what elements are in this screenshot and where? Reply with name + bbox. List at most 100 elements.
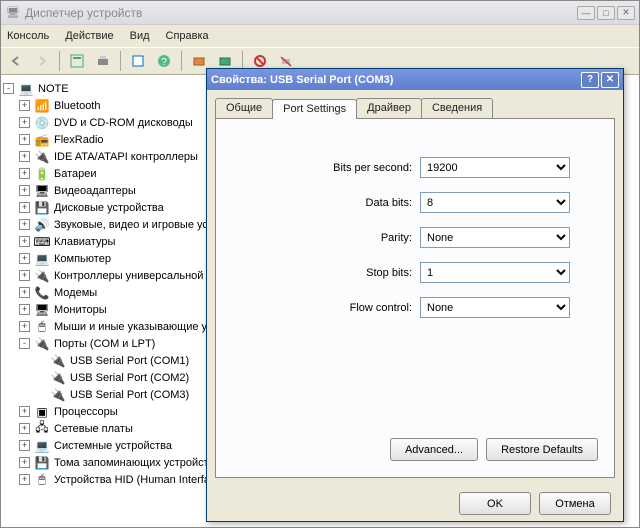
tree-item-label: Порты (COM и LPT) [54, 338, 155, 350]
device-icon: 🔊 [34, 217, 50, 233]
expand-icon[interactable]: + [19, 440, 30, 451]
bits-per-second-select[interactable]: 19200 [420, 157, 570, 178]
tree-item-label: Системные устройства [54, 440, 172, 452]
tree-item-label: USB Serial Port (COM3) [70, 389, 189, 401]
dialog-title: Свойства: USB Serial Port (COM3) [211, 74, 579, 86]
expand-icon[interactable]: + [19, 219, 30, 230]
properties-dialog: Свойства: USB Serial Port (COM3) ? ✕ Общ… [206, 68, 624, 522]
titlebar: 🖥 Диспетчер устройств — □ ✕ [1, 1, 639, 25]
dialog-titlebar: Свойства: USB Serial Port (COM3) ? ✕ [207, 69, 623, 90]
expand-icon[interactable]: + [19, 236, 30, 247]
menu-console[interactable]: Консоль [7, 30, 49, 42]
properties-icon[interactable] [127, 50, 149, 72]
expand-icon[interactable]: + [19, 321, 30, 332]
tree-item-label: Тома запоминающих устройств [54, 457, 215, 469]
view-icon[interactable] [66, 50, 88, 72]
expand-icon[interactable]: + [19, 474, 30, 485]
parity-label: Parity: [230, 232, 420, 244]
help-icon[interactable]: ? [153, 50, 175, 72]
tree-item-label: Клавиатуры [54, 236, 115, 248]
tab-general[interactable]: Общие [215, 98, 273, 118]
device-icon: 🖧 [34, 421, 50, 437]
device-icon: 🔌 [50, 353, 66, 369]
minimize-button[interactable]: — [577, 6, 595, 20]
print-icon[interactable] [92, 50, 114, 72]
port-settings-form: Bits per second: 19200 Data bits: 8 Pari… [230, 157, 600, 318]
device-icon: 🔌 [34, 149, 50, 165]
tree-item-label: USB Serial Port (COM1) [70, 355, 189, 367]
tree-item-label: USB Serial Port (COM2) [70, 372, 189, 384]
menu-help[interactable]: Справка [166, 30, 209, 42]
restore-defaults-button[interactable]: Restore Defaults [486, 438, 598, 461]
tabs: Общие Port Settings Драйвер Сведения [215, 98, 615, 118]
device-icon: 🔌 [50, 370, 66, 386]
cancel-button[interactable]: Отмена [539, 492, 611, 515]
tab-panel: Bits per second: 19200 Data bits: 8 Pari… [215, 118, 615, 478]
tree-item-label: Батареи [54, 168, 97, 180]
expand-icon[interactable]: + [19, 151, 30, 162]
device-icon: 🖥 [34, 183, 50, 199]
flow-control-select[interactable]: None [420, 297, 570, 318]
expand-icon[interactable]: + [19, 134, 30, 145]
svg-text:?: ? [161, 57, 167, 68]
collapse-icon[interactable]: - [3, 83, 14, 94]
tab-details[interactable]: Сведения [421, 98, 493, 118]
advanced-button[interactable]: Advanced... [390, 438, 478, 461]
expand-icon[interactable]: + [19, 287, 30, 298]
device-icon: 💻 [34, 438, 50, 454]
device-icon: ⌨ [34, 234, 50, 250]
close-button[interactable]: ✕ [617, 6, 635, 20]
device-icon: 🔌 [34, 268, 50, 284]
tab-driver[interactable]: Драйвер [356, 98, 422, 118]
expand-icon[interactable]: + [19, 270, 30, 281]
device-icon: 💻 [34, 251, 50, 267]
tree-item-label: FlexRadio [54, 134, 104, 146]
tree-item-label: NOTE [38, 83, 69, 95]
menubar: Консоль Действие Вид Справка [1, 25, 639, 47]
app-icon: 🖥 [5, 5, 21, 21]
parity-select[interactable]: None [420, 227, 570, 248]
device-icon: 🔌 [34, 336, 50, 352]
back-button[interactable] [5, 50, 27, 72]
stop-bits-select[interactable]: 1 [420, 262, 570, 283]
menu-action[interactable]: Действие [65, 30, 113, 42]
device-icon: 📞 [34, 285, 50, 301]
expand-icon[interactable]: + [19, 406, 30, 417]
forward-button[interactable] [31, 50, 53, 72]
maximize-button[interactable]: □ [597, 6, 615, 20]
tab-port-settings[interactable]: Port Settings [272, 99, 357, 119]
device-icon: 🔋 [34, 166, 50, 182]
separator [59, 51, 60, 71]
device-icon: 💻 [18, 81, 34, 97]
expand-icon[interactable]: + [19, 100, 30, 111]
expand-icon[interactable]: + [19, 253, 30, 264]
dialog-buttons: OK Отмена [207, 486, 623, 521]
dialog-help-button[interactable]: ? [581, 72, 599, 88]
expand-icon[interactable]: + [19, 457, 30, 468]
device-icon: 📶 [34, 98, 50, 114]
expand-icon[interactable]: + [19, 423, 30, 434]
bits-per-second-label: Bits per second: [230, 162, 420, 174]
expand-icon[interactable]: + [19, 168, 30, 179]
device-icon: 🖱 [34, 472, 50, 488]
flow-control-label: Flow control: [230, 302, 420, 314]
dialog-close-button[interactable]: ✕ [601, 72, 619, 88]
collapse-icon[interactable]: - [19, 338, 30, 349]
tree-item-label: Модемы [54, 287, 97, 299]
data-bits-select[interactable]: 8 [420, 192, 570, 213]
device-icon: 🔌 [50, 387, 66, 403]
ok-button[interactable]: OK [459, 492, 531, 515]
stop-bits-label: Stop bits: [230, 267, 420, 279]
expand-icon[interactable]: + [19, 202, 30, 213]
tree-item-label: Процессоры [54, 406, 118, 418]
tab-area: Общие Port Settings Драйвер Сведения Bit… [207, 90, 623, 486]
data-bits-label: Data bits: [230, 197, 420, 209]
expander-blank [35, 372, 46, 383]
expand-icon[interactable]: + [19, 117, 30, 128]
device-icon: 🖱 [34, 319, 50, 335]
expand-icon[interactable]: + [19, 304, 30, 315]
window-title: Диспетчер устройств [25, 6, 577, 20]
menu-view[interactable]: Вид [130, 30, 150, 42]
expand-icon[interactable]: + [19, 185, 30, 196]
tree-item-label: Видеоадаптеры [54, 185, 136, 197]
